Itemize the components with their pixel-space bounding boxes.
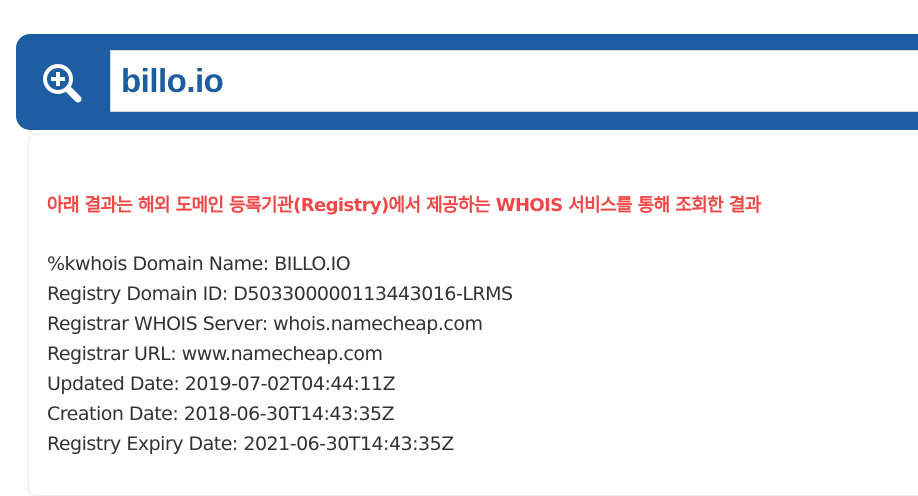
whois-line-registrar-url: Registrar URL: www.namecheap.com	[47, 343, 383, 365]
whois-line-creation-date: Creation Date: 2018-06-30T14:43:35Z	[47, 403, 395, 425]
whois-result-panel: 아래 결과는 해외 도메인 등록기관(Registry)에서 제공하는 WHOI…	[28, 134, 918, 496]
search-bar	[16, 34, 918, 130]
whois-record-list: %kwhois Domain Name: BILLO.IO Registry D…	[47, 249, 513, 459]
domain-search-input[interactable]	[110, 50, 918, 112]
whois-line-domain-name: %kwhois Domain Name: BILLO.IO	[47, 253, 351, 275]
whois-line-registry-domain-id: Registry Domain ID: D503300000113443016-…	[47, 283, 513, 305]
whois-line-registrar-whois-server: Registrar WHOIS Server: whois.namecheap.…	[47, 313, 483, 335]
whois-line-registry-expiry-date: Registry Expiry Date: 2021-06-30T14:43:3…	[47, 433, 454, 455]
zoom-in-search-icon[interactable]	[36, 58, 90, 106]
result-notice: 아래 결과는 해외 도메인 등록기관(Registry)에서 제공하는 WHOI…	[47, 195, 761, 216]
whois-line-updated-date: Updated Date: 2019-07-02T04:44:11Z	[47, 373, 396, 395]
